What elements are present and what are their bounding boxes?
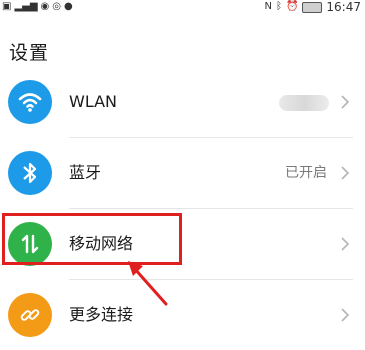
battery-icon [302,1,323,13]
wlan-network-name-blurred [279,95,329,111]
bluetooth-icon: ᛒ [275,1,282,12]
status-time: 16:47 [326,0,361,14]
chevron-right-icon [341,166,350,180]
settings-item-bluetooth[interactable]: 蓝牙 已开启 [0,138,365,208]
settings-item-wlan[interactable]: WLAN [0,67,365,137]
bluetooth-icon [8,151,52,195]
settings-item-label: 蓝牙 [69,163,102,182]
settings-item-more-connections[interactable]: 更多连接 [0,280,365,350]
weibo-icon: ◉ [40,1,50,12]
wifi-icon [8,80,52,124]
signal-icon: ▂▄▆ [14,1,38,12]
status-right-icons: N ᛒ ⏰ 16:47 [264,0,361,14]
nfc-icon: N [264,1,272,12]
settings-item-label: WLAN [69,92,118,111]
wechat-icon: ● [64,1,73,12]
chevron-right-icon [341,308,350,322]
alarm-icon: ⏰ [285,1,299,12]
status-left-icons: ▣ ▂▄▆ ◉ ◎ ● [2,0,73,14]
chevron-right-icon [341,237,350,251]
chevron-right-icon [341,95,350,109]
page-title: 设置 [9,42,50,64]
bluetooth-status: 已开启 [285,165,327,181]
status-bar: ▣ ▂▄▆ ◉ ◎ ● N ᛒ ⏰ 16:47 [0,0,365,18]
link-icon [8,293,52,337]
annotation-arrow-icon [128,261,168,306]
notification-icon: ▣ [2,1,12,12]
eye-icon: ◎ [52,1,61,12]
